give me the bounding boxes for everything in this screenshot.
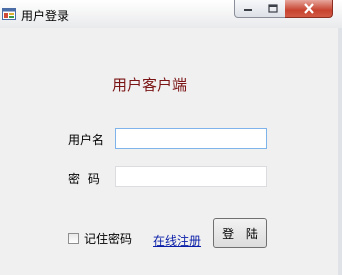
login-button[interactable]: 登 陆 <box>213 218 267 248</box>
close-button[interactable] <box>285 0 333 18</box>
username-label: 用户名 <box>68 133 105 147</box>
password-label: 密 码 <box>68 172 102 186</box>
minimize-button[interactable] <box>234 0 261 18</box>
maximize-button[interactable] <box>260 0 286 18</box>
app-icon <box>2 8 16 20</box>
window-border <box>338 28 342 275</box>
login-window: 用户登录 用户客户端 用户名 密 码 记住密码 在线注册 登 陆 <box>0 0 342 275</box>
title-bar[interactable]: 用户登录 <box>0 0 342 28</box>
close-icon <box>303 3 315 14</box>
remember-password-label: 记住密码 <box>84 232 133 246</box>
app-heading: 用户客户端 <box>112 76 188 94</box>
remember-password-checkbox[interactable] <box>68 233 79 244</box>
password-input[interactable] <box>115 166 267 187</box>
username-input[interactable] <box>115 128 267 149</box>
minimize-icon <box>243 6 253 12</box>
register-link[interactable]: 在线注册 <box>153 232 201 249</box>
window-title: 用户登录 <box>21 9 70 23</box>
maximize-icon <box>267 4 278 13</box>
remember-password[interactable]: 记住密码 <box>68 230 132 247</box>
